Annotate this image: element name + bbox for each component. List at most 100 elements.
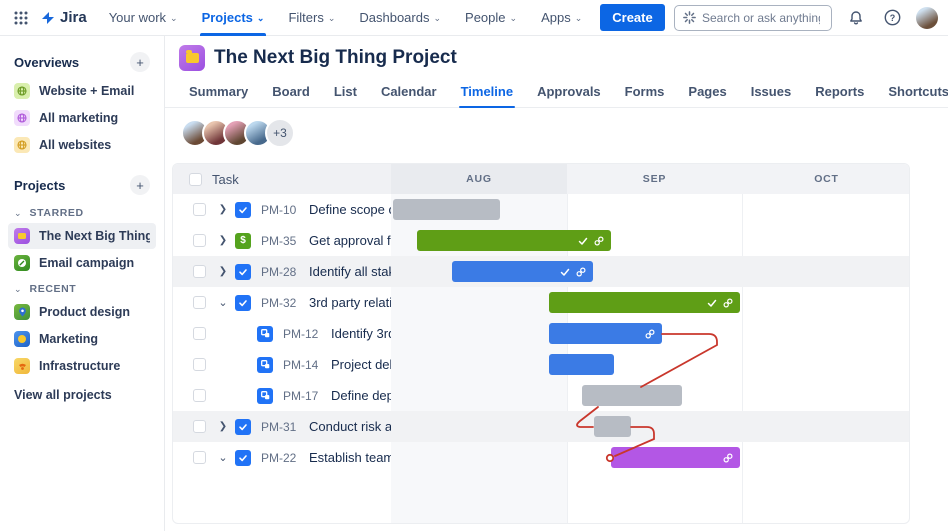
chevron-right-icon[interactable]: ❯ bbox=[216, 235, 230, 246]
project-group-recent[interactable]: ⌄RECENT bbox=[8, 277, 156, 299]
tab-list[interactable]: List bbox=[332, 78, 359, 107]
sidebar-item-marketing[interactable]: Marketing bbox=[8, 326, 156, 352]
add-project-button[interactable]: + bbox=[130, 175, 150, 195]
nav-item-label: Dashboards bbox=[359, 10, 429, 25]
nav-item-label: Apps bbox=[541, 10, 571, 25]
row-checkbox[interactable] bbox=[193, 234, 206, 247]
app-switcher-icon[interactable] bbox=[8, 5, 34, 31]
tab-reports[interactable]: Reports bbox=[813, 78, 866, 107]
issue-key: PM-10 bbox=[261, 203, 303, 217]
globe-icon bbox=[14, 137, 30, 153]
tab-issues[interactable]: Issues bbox=[749, 78, 793, 107]
notifications-button[interactable] bbox=[844, 6, 868, 30]
chevron-down-icon[interactable]: ⌄ bbox=[216, 296, 230, 309]
sidebar-item-email-campaign[interactable]: Email campaign bbox=[8, 250, 156, 276]
nav-right-group: ? bbox=[674, 5, 938, 31]
sidebar-item-all-marketing[interactable]: All marketing bbox=[8, 105, 156, 131]
task-row[interactable]: ❯PM-31Conduct risk assesme bbox=[173, 411, 391, 442]
chevron-down-icon: ⌄ bbox=[14, 208, 22, 219]
sidebar-item-product-design[interactable]: Product design bbox=[8, 299, 156, 325]
gantt-chart bbox=[391, 194, 910, 523]
task-row[interactable]: ⌄PM-323rd party relation bbox=[173, 287, 391, 318]
task-row[interactable]: ❯PM-28Identify all stakeholde bbox=[173, 256, 391, 287]
sidebar-item-all-websites[interactable]: All websites bbox=[8, 132, 156, 158]
gantt-bar-pm-32[interactable] bbox=[549, 292, 740, 313]
gantt-row bbox=[391, 256, 910, 287]
tab-approvals[interactable]: Approvals bbox=[535, 78, 603, 107]
tab-timeline[interactable]: Timeline bbox=[459, 78, 516, 107]
gantt-bar-pm-35[interactable] bbox=[417, 230, 611, 251]
briefcase-icon bbox=[14, 228, 30, 244]
gantt-bar-pm-17[interactable] bbox=[582, 385, 682, 406]
sidebar-item-label: Email campaign bbox=[39, 256, 134, 270]
row-checkbox[interactable] bbox=[193, 451, 206, 464]
issue-key: PM-22 bbox=[261, 451, 303, 465]
month-header-aug: AUG bbox=[391, 164, 567, 194]
row-checkbox[interactable] bbox=[193, 327, 206, 340]
tab-label: Board bbox=[272, 84, 310, 99]
issue-summary: 3rd party relation bbox=[309, 295, 391, 310]
gantt-bar-pm-12[interactable] bbox=[549, 323, 662, 344]
global-search[interactable] bbox=[674, 5, 832, 31]
tab-pages[interactable]: Pages bbox=[686, 78, 728, 107]
task-row[interactable]: PM-17Define dependen bbox=[173, 380, 391, 411]
tab-calendar[interactable]: Calendar bbox=[379, 78, 439, 107]
nav-item-projects[interactable]: Projects⌄ bbox=[190, 0, 277, 36]
row-checkbox[interactable] bbox=[193, 296, 206, 309]
gantt-bar-pm-14[interactable] bbox=[549, 354, 614, 375]
task-row[interactable]: PM-14Project delivery bbox=[173, 349, 391, 380]
project-group-starred[interactable]: ⌄STARRED bbox=[8, 201, 156, 223]
row-checkbox[interactable] bbox=[193, 265, 206, 278]
avatar-overflow-count[interactable]: +3 bbox=[265, 118, 295, 148]
task-row[interactable]: ❯PM-10Define scope of proje bbox=[173, 194, 391, 225]
create-button[interactable]: Create bbox=[600, 4, 664, 31]
grid-icon bbox=[14, 11, 28, 25]
tab-forms[interactable]: Forms bbox=[623, 78, 667, 107]
bell-icon bbox=[848, 10, 864, 26]
sidebar-item-label: Product design bbox=[39, 305, 130, 319]
row-checkbox[interactable] bbox=[193, 358, 206, 371]
view-all-projects-link[interactable]: View all projects bbox=[8, 380, 156, 410]
row-checkbox[interactable] bbox=[193, 389, 206, 402]
chevron-right-icon[interactable]: ❯ bbox=[216, 204, 230, 215]
task-row[interactable]: PM-12Identify 3rd party bbox=[173, 318, 391, 349]
nav-item-filters[interactable]: Filters⌄ bbox=[276, 0, 347, 36]
globe-icon bbox=[14, 110, 30, 126]
pencil-icon bbox=[14, 255, 30, 271]
task-row[interactable]: ⌄PM-22Establish team and re bbox=[173, 442, 391, 473]
row-checkbox[interactable] bbox=[193, 420, 206, 433]
issue-key: PM-17 bbox=[283, 389, 325, 403]
nav-item-apps[interactable]: Apps⌄ bbox=[529, 0, 594, 36]
gantt-bar-pm-31[interactable] bbox=[594, 416, 631, 437]
tab-board[interactable]: Board bbox=[270, 78, 312, 107]
gantt-bar-pm-22[interactable] bbox=[611, 447, 740, 468]
nav-item-people[interactable]: People⌄ bbox=[453, 0, 529, 36]
add-overview-button[interactable]: + bbox=[130, 52, 150, 72]
sidebar-item-label: All marketing bbox=[39, 111, 118, 125]
nav-item-label: People bbox=[465, 10, 505, 25]
user-avatar[interactable] bbox=[916, 7, 938, 29]
tab-shortcuts[interactable]: Shortcuts⌄ bbox=[886, 78, 948, 107]
nav-item-dashboards[interactable]: Dashboards⌄ bbox=[347, 0, 453, 36]
task-row[interactable]: ❯$PM-35Get approval for fundi bbox=[173, 225, 391, 256]
chevron-right-icon[interactable]: ❯ bbox=[216, 421, 230, 432]
help-button[interactable]: ? bbox=[880, 6, 904, 30]
task-header-label: Task bbox=[212, 172, 239, 187]
chevron-right-icon[interactable]: ❯ bbox=[216, 266, 230, 277]
gantt-bar-pm-10[interactable] bbox=[393, 199, 500, 220]
sidebar-item-website-email[interactable]: Website + Email bbox=[8, 78, 156, 104]
gantt-row bbox=[391, 318, 910, 349]
chevron-down-icon[interactable]: ⌄ bbox=[216, 451, 230, 464]
tab-summary[interactable]: Summary bbox=[187, 78, 250, 107]
chevron-down-icon: ⌄ bbox=[257, 13, 265, 24]
row-checkbox[interactable] bbox=[193, 203, 206, 216]
sidebar-item-the-next-big-thing-project[interactable]: The Next Big Thing Project bbox=[8, 223, 156, 249]
sidebar-item-infrastructure[interactable]: Infrastructure bbox=[8, 353, 156, 379]
search-input[interactable] bbox=[702, 11, 820, 25]
nav-item-your-work[interactable]: Your work⌄ bbox=[97, 0, 190, 36]
jira-logo[interactable]: Jira bbox=[40, 9, 87, 26]
gantt-bar-pm-28[interactable] bbox=[452, 261, 593, 282]
funding-type-icon: $ bbox=[235, 233, 251, 249]
tab-label: Reports bbox=[815, 84, 864, 99]
select-all-checkbox[interactable] bbox=[189, 173, 202, 186]
